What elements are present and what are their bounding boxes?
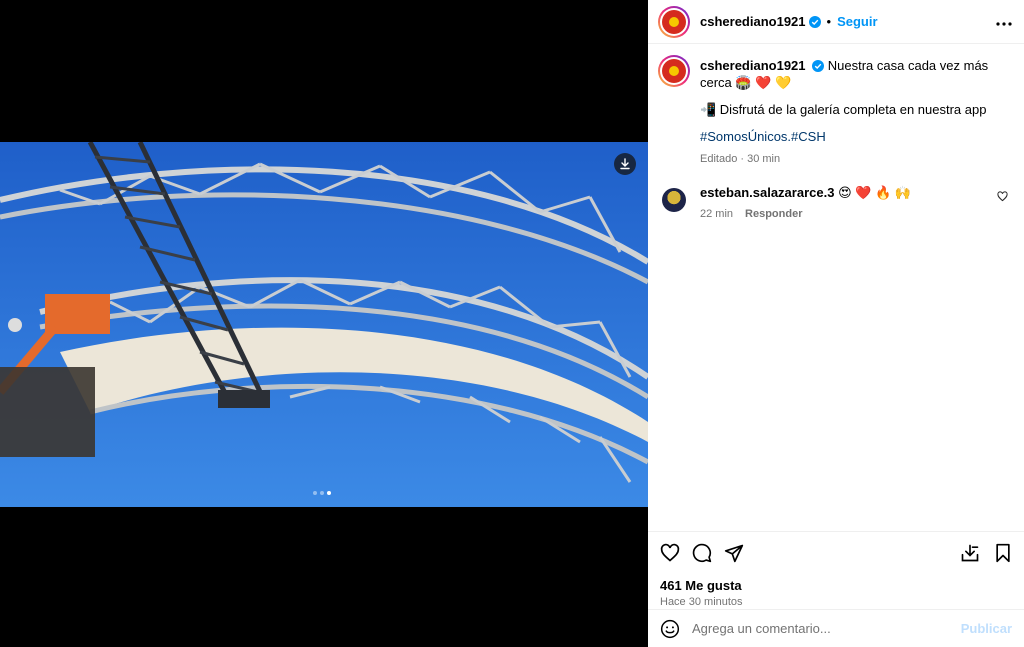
reply-button[interactable]: Responder xyxy=(745,206,802,223)
carousel-dot-active xyxy=(327,491,331,495)
like-button[interactable] xyxy=(660,543,680,563)
club-crest-icon xyxy=(662,9,686,34)
carousel-indicator xyxy=(313,491,331,495)
caption-body: csherediano1921 Nuestra casa cada vez má… xyxy=(700,55,1010,168)
emoji-icon xyxy=(660,619,680,638)
media-pane xyxy=(0,0,648,647)
comment-like-button[interactable] xyxy=(997,189,1008,207)
caption-username[interactable]: csherediano1921 xyxy=(700,58,806,73)
verified-icon xyxy=(812,60,825,72)
caption-edited-time: Editado · 30 min xyxy=(700,153,781,165)
post-time[interactable]: Hace 30 minutos xyxy=(660,596,1012,608)
caption: csherediano1921 Nuestra casa cada vez má… xyxy=(658,55,1010,168)
caption-hashtags[interactable]: #SomosÚnicos.#CSH xyxy=(700,128,1010,145)
download-icon xyxy=(620,158,630,170)
more-options-button[interactable] xyxy=(996,13,1012,31)
caption-author-avatar[interactable] xyxy=(658,55,690,87)
comment-body: esteban.salazararce.3 😍 ❤️ 🔥 🙌 22 min Re… xyxy=(700,184,911,223)
commenter-username[interactable]: esteban.salazararce.3 xyxy=(700,185,834,200)
author-username[interactable]: csherediano1921 xyxy=(700,14,806,29)
carousel-dot xyxy=(320,491,324,495)
comment-item: esteban.salazararce.3 😍 ❤️ 🔥 🙌 22 min Re… xyxy=(658,184,1010,223)
author-avatar[interactable] xyxy=(658,5,690,38)
comment-time: 22 min xyxy=(700,208,734,220)
comment-icon xyxy=(692,543,712,563)
comments-area: csherediano1921 Nuestra casa cada vez má… xyxy=(648,45,1024,531)
comment-input[interactable] xyxy=(692,621,961,636)
verified-icon xyxy=(808,15,821,28)
download-button[interactable] xyxy=(614,153,636,175)
emoji-button[interactable] xyxy=(660,619,680,639)
share-icon xyxy=(724,544,744,563)
bookmark-button[interactable] xyxy=(994,543,1012,563)
follow-button[interactable]: Seguir xyxy=(837,14,877,29)
comment-meta: 22 min Responder xyxy=(700,206,911,223)
bookmark-icon xyxy=(996,543,1010,563)
save-to-collection-button[interactable] xyxy=(960,543,980,563)
stadium-roof-photo xyxy=(0,142,648,507)
club-crest-icon xyxy=(662,59,686,83)
header-separator: • xyxy=(826,14,832,29)
post-actions: 461 Me gusta Hace 30 minutos xyxy=(648,531,1024,609)
publish-button[interactable]: Publicar xyxy=(961,621,1012,636)
carousel-dot xyxy=(313,491,317,495)
heart-icon xyxy=(997,191,1008,202)
like-count[interactable]: 461 Me gusta xyxy=(660,578,1012,593)
post-photo[interactable] xyxy=(0,142,648,507)
post-header: csherediano1921 • Seguir xyxy=(648,0,1024,44)
comment-text: 😍 ❤️ 🔥 🙌 xyxy=(838,185,912,200)
more-icon xyxy=(996,21,1012,26)
caption-app-line: 📲 Disfrutá de la galería completa en nue… xyxy=(700,102,987,117)
comment-button[interactable] xyxy=(692,543,712,563)
commenter-avatar[interactable] xyxy=(662,188,686,212)
add-comment-bar: Publicar xyxy=(648,609,1024,647)
share-button[interactable] xyxy=(724,543,744,563)
post-details-panel: csherediano1921 • Seguir csherediano1921 xyxy=(648,0,1024,647)
save-to-collection-icon xyxy=(961,544,979,562)
heart-icon xyxy=(660,543,680,562)
